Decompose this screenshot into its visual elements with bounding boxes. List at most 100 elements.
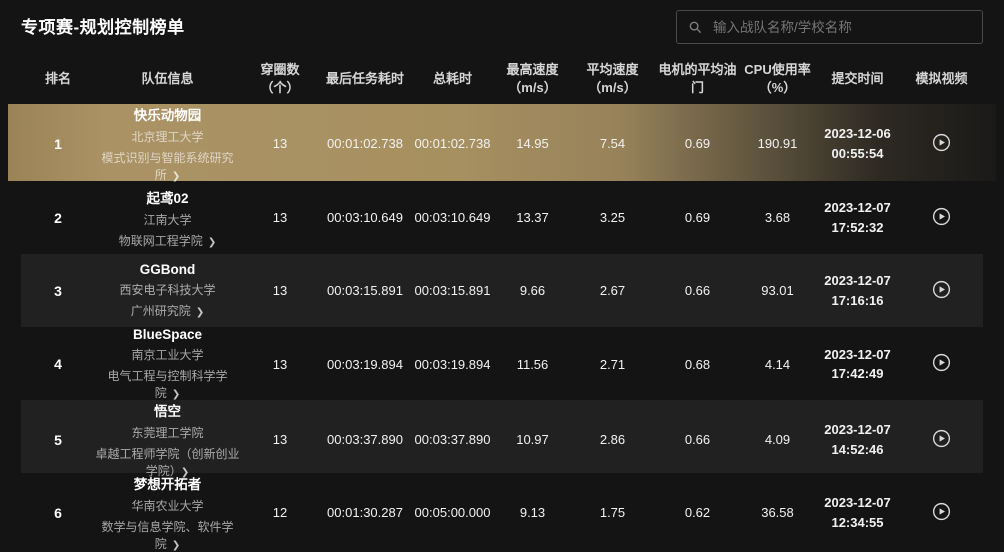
total-time-cell: 00:05:00.000 — [410, 505, 495, 520]
team-name: BlueSpace — [95, 327, 240, 342]
team-school: 北京理工大学 — [95, 128, 240, 145]
team-info-cell: GGBond 西安电子科技大学 广州研究院 ❯ — [95, 262, 240, 319]
chevron-right-icon: ❯ — [172, 171, 180, 182]
team-dept-label: 电气工程与控制科学学院 — [107, 369, 227, 400]
video-cell — [900, 132, 983, 156]
submit-time-cell: 2023-12-07 17:16:16 — [815, 271, 900, 310]
circles-cell: 12 — [240, 505, 320, 520]
column-header-video: 模拟视频 — [900, 70, 983, 88]
table-row[interactable]: 5 悟空 东莞理工学院 卓越工程师学院（创新创业学院）❯ 13 00:03:37… — [21, 400, 983, 473]
total-time-cell: 00:03:19.894 — [410, 357, 495, 372]
rank-cell: 2 — [21, 210, 95, 226]
team-dept-label: 数学与信息学院、软件学院 — [101, 520, 233, 551]
search-icon — [688, 20, 702, 34]
column-header-max_speed: 最高速度 （m/s） — [495, 61, 570, 96]
table-header-row: 排名 队伍信息 穿圈数 （个） 最后任务耗时 总耗时 最高速度 （m/s） 平均… — [21, 54, 983, 104]
rank-cell: 4 — [21, 356, 95, 372]
team-school: 华南农业大学 — [95, 497, 240, 514]
avg-speed-cell: 2.71 — [570, 357, 655, 372]
play-circle-icon — [931, 206, 952, 227]
cpu-usage-cell: 93.01 — [740, 283, 815, 298]
avg-speed-cell: 7.54 — [570, 136, 655, 151]
total-time-cell: 00:01:02.738 — [410, 136, 495, 151]
avg-speed-cell: 2.86 — [570, 432, 655, 447]
chevron-right-icon: ❯ — [208, 237, 216, 248]
team-dept-label: 物联网工程学院 — [119, 234, 203, 248]
team-school: 西安电子科技大学 — [95, 281, 240, 298]
table-row[interactable]: 1 快乐动物园 北京理工大学 模式识别与智能系统研究所❯ 13 00:01:02… — [8, 104, 996, 181]
avg-speed-cell: 3.25 — [570, 210, 655, 225]
table-body: 1 快乐动物园 北京理工大学 模式识别与智能系统研究所❯ 13 00:01:02… — [21, 104, 983, 546]
search-input[interactable] — [711, 19, 971, 36]
submit-time-cell: 2023-12-07 17:52:32 — [815, 198, 900, 237]
table-row[interactable]: 2 起鸢02 江南大学 物联网工程学院 ❯ 13 00:03:10.649 00:… — [21, 181, 983, 254]
rank-cell: 1 — [21, 136, 95, 152]
top-bar: 专项赛-规划控制榜单 — [21, 0, 983, 46]
last-task-time-cell: 00:03:19.894 — [320, 357, 410, 372]
team-name: GGBond — [95, 262, 240, 277]
last-task-time-cell: 00:03:15.891 — [320, 283, 410, 298]
avg-throttle-cell: 0.62 — [655, 505, 740, 520]
video-cell — [900, 352, 983, 376]
column-header-cpu_usage: CPU使用率 （%） — [740, 61, 815, 96]
play-circle-icon — [931, 428, 952, 449]
play-video-button[interactable] — [931, 132, 952, 153]
team-info-cell: BlueSpace 南京工业大学 电气工程与控制科学学院❯ — [95, 327, 240, 401]
avg-speed-cell: 2.67 — [570, 283, 655, 298]
table-row[interactable]: 4 BlueSpace 南京工业大学 电气工程与控制科学学院❯ 13 00:03… — [21, 327, 983, 400]
chevron-right-icon: ❯ — [196, 307, 204, 318]
video-cell — [900, 206, 983, 230]
last-task-time-cell: 00:01:02.738 — [320, 136, 410, 151]
max-speed-cell: 9.13 — [495, 505, 570, 520]
submit-time-cell: 2023-12-07 14:52:46 — [815, 420, 900, 459]
avg-throttle-cell: 0.68 — [655, 357, 740, 372]
table-row[interactable]: 6 梦想开拓者 华南农业大学 数学与信息学院、软件学院❯ 12 00:01:30… — [21, 473, 983, 546]
play-video-button[interactable] — [931, 428, 952, 449]
rank-cell: 6 — [21, 505, 95, 521]
chevron-right-icon: ❯ — [172, 540, 180, 551]
submit-time-cell: 2023-12-07 17:42:49 — [815, 345, 900, 384]
avg-throttle-cell: 0.69 — [655, 136, 740, 151]
team-name: 悟空 — [95, 400, 240, 420]
last-task-time-cell: 00:03:37.890 — [320, 432, 410, 447]
cpu-usage-cell: 4.09 — [740, 432, 815, 447]
team-info-cell: 快乐动物园 北京理工大学 模式识别与智能系统研究所❯ — [95, 104, 240, 183]
team-dept-link[interactable]: 电气工程与控制科学学院❯ — [95, 367, 240, 401]
team-name: 快乐动物园 — [95, 104, 240, 124]
play-video-button[interactable] — [931, 279, 952, 300]
cpu-usage-cell: 190.91 — [740, 136, 815, 151]
circles-cell: 13 — [240, 432, 320, 447]
play-video-button[interactable] — [931, 501, 952, 522]
column-header-team: 队伍信息 — [95, 70, 240, 88]
total-time-cell: 00:03:37.890 — [410, 432, 495, 447]
avg-speed-cell: 1.75 — [570, 505, 655, 520]
play-circle-icon — [931, 132, 952, 153]
team-name: 起鸢02 — [95, 187, 240, 207]
team-school: 江南大学 — [95, 211, 240, 228]
team-dept-link[interactable]: 物联网工程学院 ❯ — [95, 232, 240, 249]
team-name: 梦想开拓者 — [95, 473, 240, 493]
column-header-circles: 穿圈数 （个） — [240, 61, 320, 96]
max-speed-cell: 13.37 — [495, 210, 570, 225]
table-row[interactable]: 3 GGBond 西安电子科技大学 广州研究院❯ 13 00:03:15.891… — [21, 254, 983, 327]
video-cell — [900, 279, 983, 303]
play-video-button[interactable] — [931, 352, 952, 373]
avg-throttle-cell: 0.69 — [655, 210, 740, 225]
total-time-cell: 00:03:10.649 — [410, 210, 495, 225]
team-dept-link[interactable]: 广州研究院 ❯ — [95, 302, 240, 319]
submit-time-cell: 2023-12-07 12:34:55 — [815, 493, 900, 532]
play-video-button[interactable] — [931, 206, 952, 227]
play-circle-icon — [931, 279, 952, 300]
search-box[interactable] — [676, 10, 983, 44]
team-dept-link[interactable]: 模式识别与智能系统研究所❯ — [95, 149, 240, 183]
max-speed-cell: 10.97 — [495, 432, 570, 447]
circles-cell: 13 — [240, 210, 320, 225]
max-speed-cell: 11.56 — [495, 357, 570, 372]
avg-throttle-cell: 0.66 — [655, 432, 740, 447]
team-dept-label: 广州研究院 — [131, 304, 191, 318]
last-task-time-cell: 00:01:30.287 — [320, 505, 410, 520]
last-task-time-cell: 00:03:10.649 — [320, 210, 410, 225]
rank-cell: 3 — [21, 283, 95, 299]
team-dept-label: 模式识别与智能系统研究所 — [101, 151, 233, 182]
team-dept-link[interactable]: 数学与信息学院、软件学院❯ — [95, 518, 240, 552]
